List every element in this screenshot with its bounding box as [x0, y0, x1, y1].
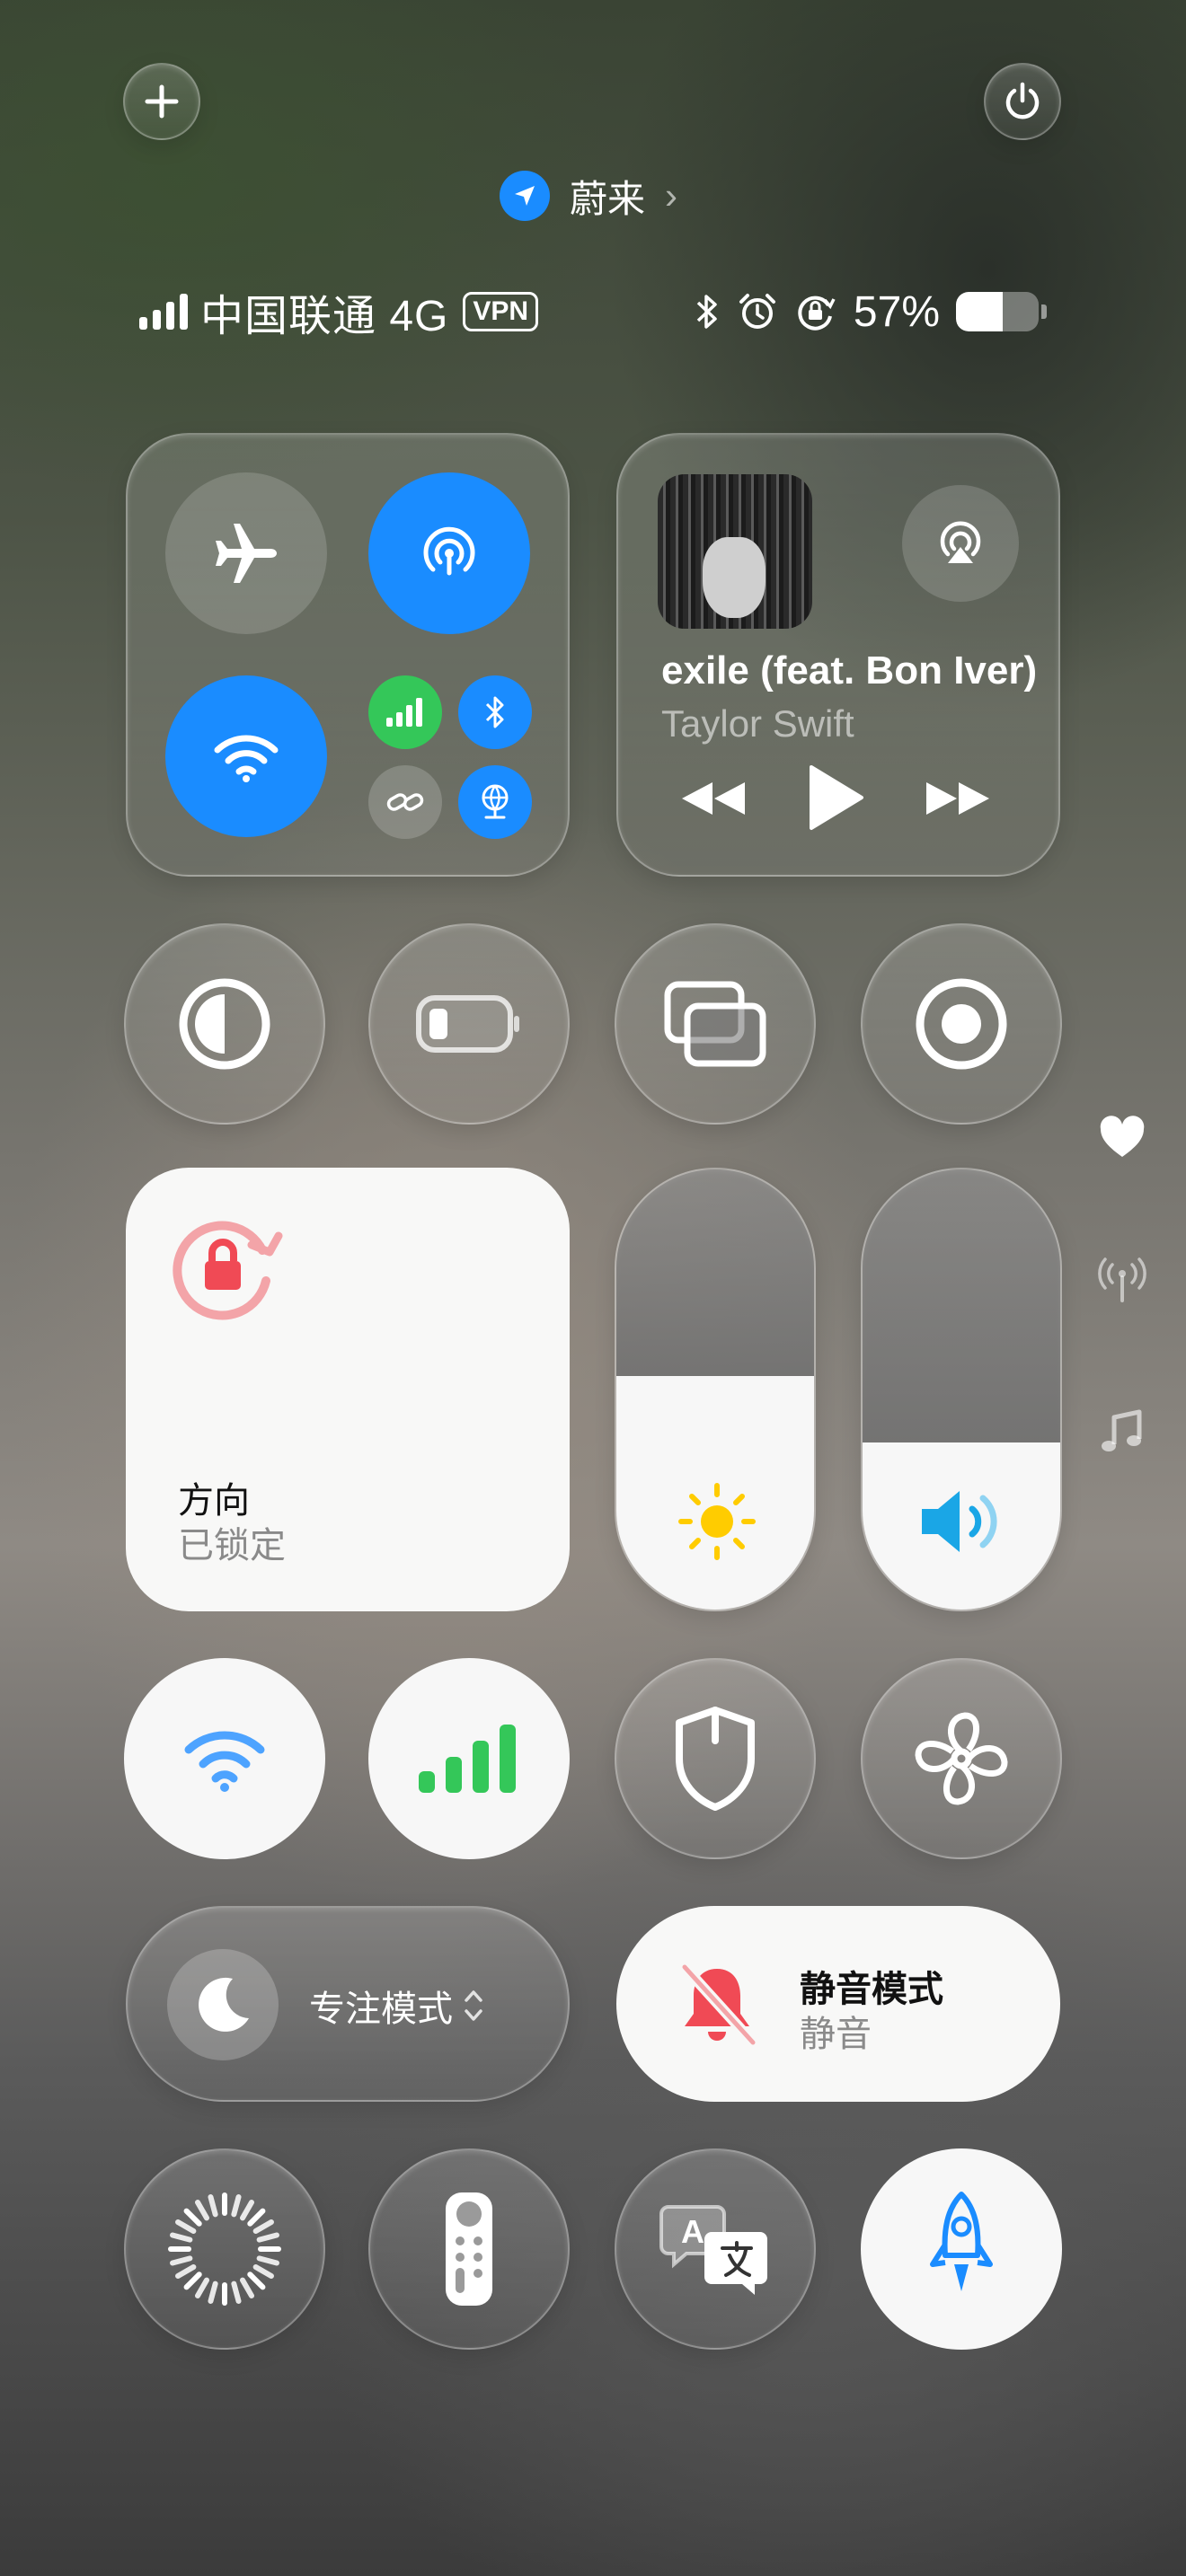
heart-icon	[1100, 1116, 1145, 1157]
rotation-lock-icon	[798, 296, 836, 331]
plus-icon	[145, 84, 179, 119]
battery-icon	[956, 292, 1047, 331]
orientation-status: 已锁定	[178, 1526, 286, 1566]
fan-icon	[915, 1712, 1008, 1805]
battery-percent: 57%	[853, 287, 940, 336]
cellular-icon	[419, 1725, 516, 1793]
orientation-lock-icon	[173, 1221, 283, 1320]
fast-forward-button[interactable]	[916, 767, 999, 830]
silent-mode-toggle[interactable]: 静音模式 静音	[616, 1906, 1060, 2102]
add-control-button[interactable]	[123, 63, 200, 140]
location-name: 蔚来	[570, 177, 646, 220]
now-playing-module[interactable]: exile (feat. Bon Iver) Taylor Swift	[616, 433, 1060, 877]
airplay-icon	[940, 521, 981, 563]
low-power-mode-toggle[interactable]	[368, 923, 570, 1125]
moon-icon	[167, 1949, 279, 2060]
speaker-icon	[922, 1491, 997, 1552]
focus-label: 专注模式	[309, 1989, 453, 2029]
orientation-lock-toggle[interactable]: 方向 已锁定	[126, 1168, 570, 1611]
dark-mode-toggle[interactable]	[124, 923, 325, 1125]
focus-mode-control[interactable]: 专注模式	[126, 1906, 570, 2102]
silent-mode-status: 静音	[800, 2015, 872, 2054]
location-arrow-icon	[500, 171, 550, 221]
dark-mode-icon	[179, 978, 270, 1070]
svg-text:A: A	[681, 2213, 704, 2250]
volume-slider[interactable]	[861, 1168, 1062, 1611]
airplane-mode-toggle[interactable]	[165, 472, 327, 634]
translate-icon: A	[659, 2205, 767, 2295]
privacy-shield-toggle[interactable]	[615, 1658, 816, 1859]
rocket-app-toggle[interactable]	[861, 2148, 1062, 2350]
apple-tv-remote-toggle[interactable]	[368, 2148, 570, 2350]
wifi-quick-toggle[interactable]	[124, 1658, 325, 1859]
wifi-toggle[interactable]	[165, 675, 327, 837]
music-note-icon	[1102, 1409, 1142, 1451]
rewind-icon	[682, 782, 745, 815]
airdrop-toggle[interactable]	[368, 472, 530, 634]
sun-icon	[678, 1483, 756, 1560]
cellular-icon	[386, 698, 422, 727]
chevron-up-down-icon	[465, 1990, 482, 2021]
song-artist: Taylor Swift	[661, 702, 854, 745]
album-art	[658, 474, 812, 629]
activity-loader-icon	[168, 2192, 281, 2306]
shield-icon	[676, 1707, 755, 1811]
carrier-label: 中国联通 4G	[200, 293, 449, 340]
apple-tv-remote-icon	[446, 2192, 492, 2306]
vpn-globe-icon	[482, 784, 509, 819]
airplane-icon	[216, 524, 277, 583]
power-icon	[1005, 82, 1040, 119]
personal-hotspot-icon	[386, 793, 424, 811]
bluetooth-icon	[485, 696, 504, 728]
cellular-data-toggle[interactable]	[368, 675, 442, 749]
bluetooth-icon	[696, 295, 717, 329]
signal-strength-icon	[139, 294, 188, 330]
play-icon	[810, 765, 863, 830]
vpn-toggle[interactable]	[458, 765, 532, 839]
connectivity-module	[126, 433, 570, 877]
vpn-badge: VPN	[463, 292, 539, 331]
brightness-slider[interactable]	[615, 1168, 816, 1611]
translate-toggle[interactable]: A	[615, 2148, 816, 2350]
airdrop-icon	[423, 526, 475, 576]
activity-toggle[interactable]	[124, 2148, 325, 2350]
signal-antenna-icon	[1098, 1257, 1146, 1302]
low-power-icon	[416, 995, 519, 1053]
personal-hotspot-toggle[interactable]	[368, 765, 442, 839]
wifi-icon	[184, 1731, 265, 1792]
airplay-button[interactable]	[902, 485, 1019, 602]
screen-mirroring-toggle[interactable]	[615, 923, 816, 1125]
fan-toggle[interactable]	[861, 1658, 1062, 1859]
status-bar: 中国联通 4G VPN 57%	[139, 280, 1047, 343]
bell-slash-icon	[679, 1962, 758, 2048]
alarm-icon	[739, 294, 775, 329]
focus-label-group: 专注模式	[309, 1980, 483, 2032]
wifi-icon	[214, 735, 279, 782]
play-button[interactable]	[794, 758, 877, 837]
screen-mirroring-icon	[664, 981, 766, 1067]
power-button[interactable]	[984, 63, 1061, 140]
bluetooth-toggle[interactable]	[458, 675, 532, 749]
chevron-right-icon: ›	[665, 174, 678, 216]
rocket-icon	[930, 2192, 993, 2291]
location-indicator[interactable]: 蔚来 ›	[500, 169, 677, 223]
screen-record-icon	[916, 978, 1007, 1070]
fast-forward-icon	[926, 782, 989, 815]
cellular-quick-toggle[interactable]	[368, 1658, 570, 1859]
song-title: exile (feat. Bon Iver)	[661, 648, 1038, 693]
screen-recording-toggle[interactable]	[861, 923, 1062, 1125]
rewind-button[interactable]	[672, 767, 755, 830]
